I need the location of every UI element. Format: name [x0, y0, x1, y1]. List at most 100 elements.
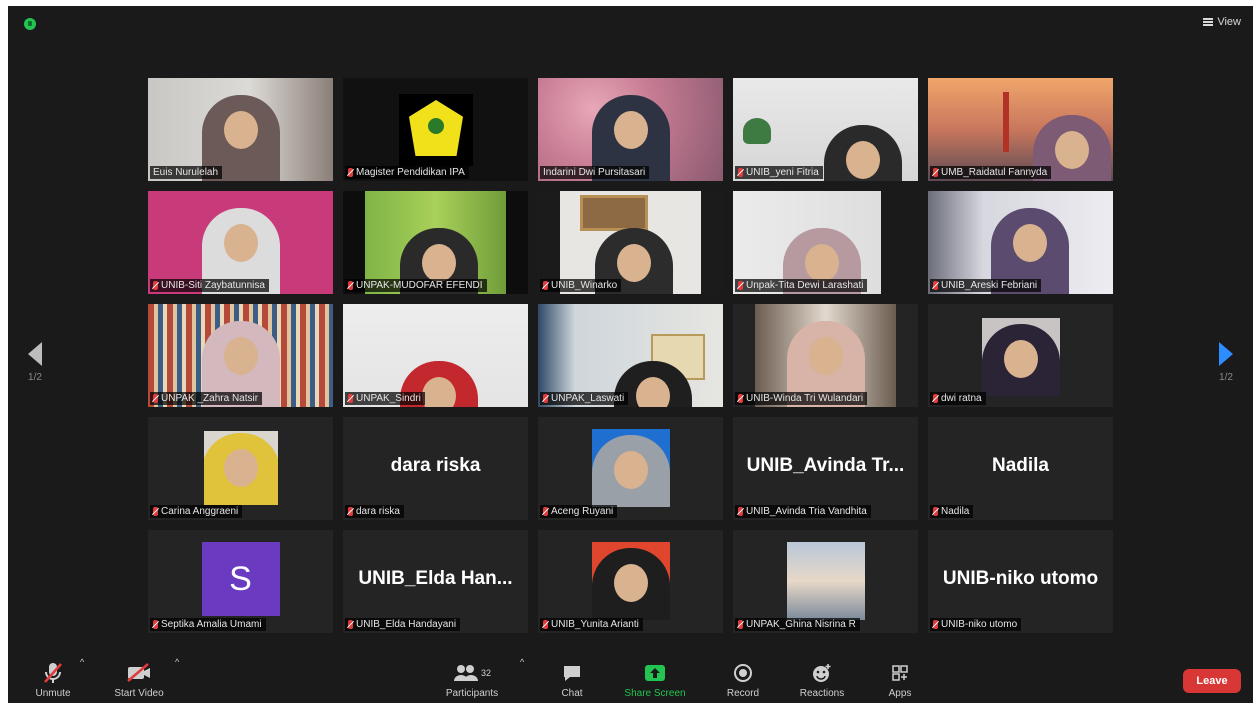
- name-label: UNIB-Winda Tri Wulandari: [735, 392, 868, 405]
- participant-tile[interactable]: UNIB_Areski Febriani: [928, 191, 1113, 294]
- view-button[interactable]: View: [1203, 16, 1241, 28]
- name-label: UNIB_Areski Febriani: [930, 279, 1042, 292]
- participant-tile[interactable]: S Septika Amalia Umami: [148, 530, 333, 633]
- name-label: UNIB-niko utomo: [930, 618, 1022, 631]
- participant-display-name: UNIB-niko utomo: [942, 568, 1099, 589]
- participant-tile[interactable]: UNPAK _Zahra Natsir: [148, 304, 333, 407]
- name-label: UNIB_Avinda Tria Vandhita: [735, 505, 871, 518]
- name-label: UNIB_yeni Fitria: [735, 166, 823, 179]
- mic-muted-icon: [738, 281, 743, 290]
- participant-tile[interactable]: UNIB_yeni Fitria: [733, 78, 918, 181]
- mic-muted-icon: [153, 394, 158, 403]
- mic-muted-icon: [348, 620, 353, 629]
- name-label: UNIB_Yunita Arianti: [540, 618, 643, 631]
- mic-muted-icon: [348, 507, 353, 516]
- mic-muted-icon: [543, 394, 548, 403]
- name-label: Magister Pendidikan IPA: [345, 166, 469, 179]
- record-button[interactable]: Record: [720, 662, 766, 699]
- mic-muted-icon: [738, 394, 743, 403]
- name-label: Indarini Dwi Pursitasari: [540, 166, 650, 179]
- name-label: UNPAK _Zahra Natsir: [150, 392, 263, 405]
- meeting-toolbar: Unmute ^ Start Video ^ 32 Participants ^…: [8, 653, 1253, 703]
- mic-muted-icon: [543, 620, 548, 629]
- participant-tile[interactable]: UNPAK_Sindri: [343, 304, 528, 407]
- name-label: UNPAK-MUDOFAR EFENDI: [345, 279, 487, 292]
- participant-tile[interactable]: dara riska dara riska: [343, 417, 528, 520]
- mic-muted-icon: [348, 281, 353, 290]
- participant-tile[interactable]: Indarini Dwi Pursitasari: [538, 78, 723, 181]
- mic-muted-icon: [348, 168, 353, 177]
- profile-picture: [786, 542, 865, 620]
- participant-tile[interactable]: UNIB_Winarko: [538, 191, 723, 294]
- name-label: Unpak-Tita Dewi Larashati: [735, 279, 868, 292]
- next-page-button[interactable]: 1/2: [1211, 342, 1241, 383]
- video-options-caret-icon[interactable]: ^: [175, 657, 179, 667]
- mic-muted-icon: [543, 507, 548, 516]
- participant-tile[interactable]: UNIB_Avinda Tr... UNIB_Avinda Tria Vandh…: [733, 417, 918, 520]
- reactions-button[interactable]: Reactions: [792, 662, 852, 699]
- participants-options-caret-icon[interactable]: ^: [520, 657, 524, 667]
- participant-tile[interactable]: UMB_Raidatul Fannyda: [928, 78, 1113, 181]
- participant-tile[interactable]: UNIB_Elda Han... UNIB_Elda Handayani: [343, 530, 528, 633]
- view-label: View: [1217, 16, 1241, 28]
- name-label: Carina Anggraeni: [150, 505, 243, 518]
- profile-picture: [591, 542, 670, 620]
- name-label: dwi ratna: [930, 392, 986, 405]
- participant-tile[interactable]: UNPAK-MUDOFAR EFENDI: [343, 191, 528, 294]
- name-label: Aceng Ruyani: [540, 505, 618, 518]
- participant-display-name: Nadila: [991, 455, 1050, 476]
- participant-figure: [823, 125, 902, 181]
- participant-tile[interactable]: Nadila Nadila: [928, 417, 1113, 520]
- participant-tile[interactable]: UNIB-Siti Zaybatunnisa: [148, 191, 333, 294]
- arrow-right-icon: [1219, 342, 1233, 366]
- participant-tile[interactable]: Carina Anggraeni: [148, 417, 333, 520]
- apps-icon: [880, 662, 920, 684]
- participant-tile[interactable]: Unpak-Tita Dewi Larashati: [733, 191, 918, 294]
- camera-off-icon: [108, 662, 170, 684]
- encryption-shield-icon[interactable]: [24, 18, 36, 30]
- name-label: UNIB_Winarko: [540, 279, 622, 292]
- mic-muted-icon: [933, 168, 938, 177]
- audio-options-caret-icon[interactable]: ^: [80, 657, 84, 667]
- previous-page-button[interactable]: 1/2: [20, 342, 50, 383]
- mic-muted-icon: [153, 507, 158, 516]
- participant-tile[interactable]: UNIB-niko utomo UNIB-niko utomo: [928, 530, 1113, 633]
- leave-button[interactable]: Leave: [1183, 669, 1241, 693]
- participants-icon: 32: [436, 662, 508, 684]
- chat-button[interactable]: Chat: [552, 662, 592, 699]
- participant-tile[interactable]: UNIB-Winda Tri Wulandari: [733, 304, 918, 407]
- mic-muted-icon: [738, 168, 743, 177]
- name-label: UNPAK_Ghina Nisrina R: [735, 618, 860, 631]
- name-label: UNPAK_Laswati: [540, 392, 629, 405]
- share-screen-button[interactable]: Share Screen: [618, 662, 692, 699]
- participant-tile[interactable]: Magister Pendidikan IPA: [343, 78, 528, 181]
- name-label: UNPAK_Sindri: [345, 392, 425, 405]
- name-label: UMB_Raidatul Fannyda: [930, 166, 1052, 179]
- unmute-button[interactable]: Unmute: [30, 662, 76, 699]
- participant-tile[interactable]: dwi ratna: [928, 304, 1113, 407]
- participant-display-name: UNIB_Avinda Tr...: [746, 455, 905, 476]
- profile-picture: [203, 431, 278, 505]
- mic-muted-icon: [738, 507, 743, 516]
- logo-image: [399, 94, 473, 166]
- mic-muted-icon: [348, 394, 353, 403]
- participant-tile[interactable]: Euis Nurulelah: [148, 78, 333, 181]
- mic-muted-icon: [153, 281, 158, 290]
- participant-tile[interactable]: UNIB_Yunita Arianti: [538, 530, 723, 633]
- participants-button[interactable]: 32 Participants: [436, 662, 508, 699]
- name-label: Euis Nurulelah: [150, 166, 223, 179]
- mic-muted-icon: [933, 507, 938, 516]
- name-label: UNIB-Siti Zaybatunnisa: [150, 279, 269, 292]
- chat-icon: [552, 662, 592, 684]
- participant-tile[interactable]: UNPAK_Laswati: [538, 304, 723, 407]
- participant-tile[interactable]: Aceng Ruyani: [538, 417, 723, 520]
- apps-button[interactable]: Apps: [880, 662, 920, 699]
- arrow-left-icon: [28, 342, 42, 366]
- reactions-icon: [792, 662, 852, 684]
- start-video-button[interactable]: Start Video: [108, 662, 170, 699]
- participant-count: 32: [480, 668, 491, 678]
- mic-muted-icon: [933, 394, 938, 403]
- participant-tile[interactable]: UNPAK_Ghina Nisrina R: [733, 530, 918, 633]
- share-screen-icon: [618, 662, 692, 684]
- mic-off-icon: [30, 662, 76, 684]
